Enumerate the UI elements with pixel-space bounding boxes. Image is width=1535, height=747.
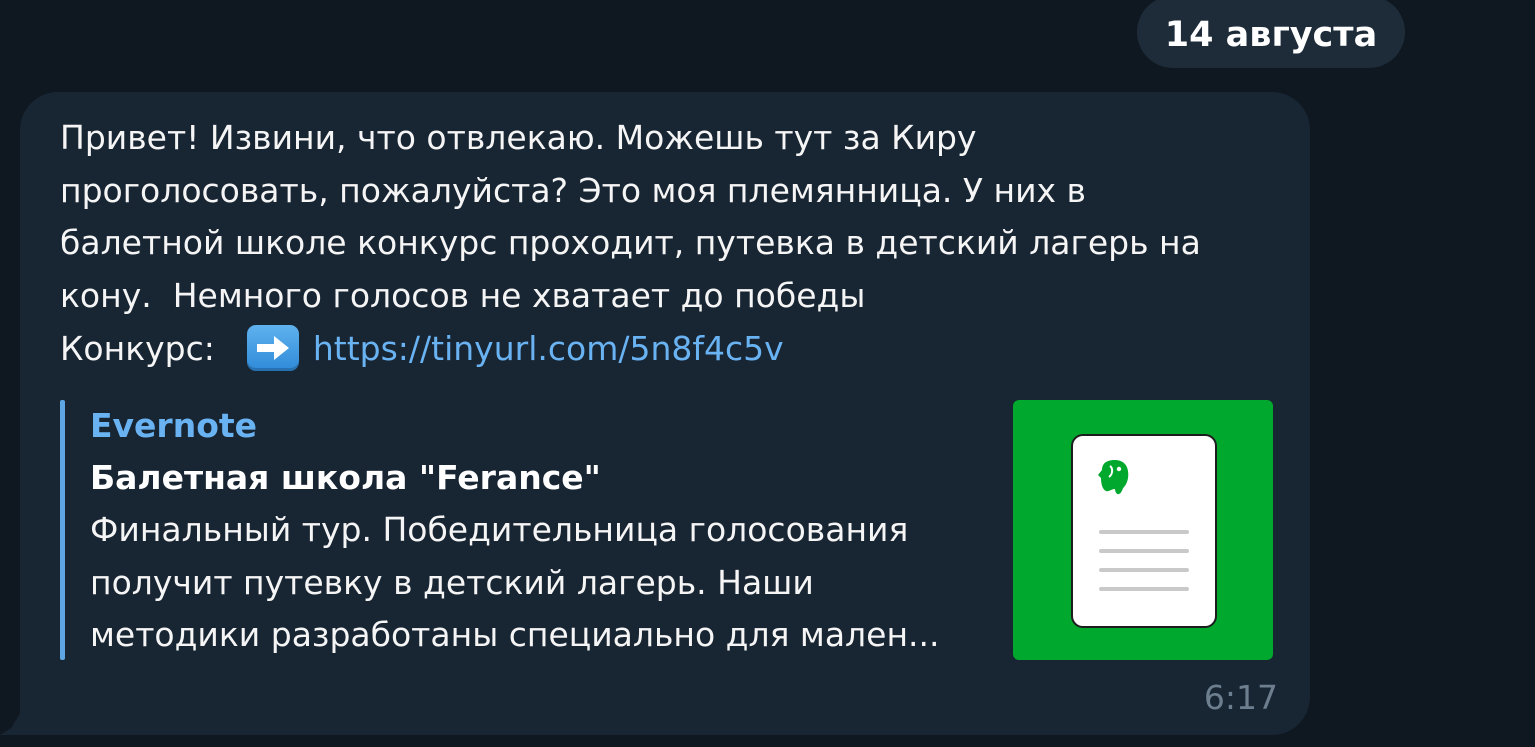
document-line [1099, 549, 1189, 553]
link-preview-description[interactable]: Финальный тур. Победительница голосовани… [90, 504, 1010, 662]
link-preview-accent-bar [60, 400, 65, 660]
document-line [1099, 587, 1189, 591]
document-line [1099, 530, 1189, 534]
link-preview-title[interactable]: Балетная школа "Ferance" [90, 452, 601, 504]
link-preview-thumbnail[interactable] [1013, 400, 1273, 660]
link-line: Конкурс: https://tinyurl.com/5n8f4c5v [60, 322, 784, 374]
message-time: 6:17 [1203, 678, 1278, 717]
date-separator: 14 августа [1137, 0, 1405, 68]
evernote-elephant-icon [1098, 459, 1129, 495]
message-text: Привет! Извини, что отвлекаю. Можешь тут… [60, 118, 1201, 315]
link-preview-site-name[interactable]: Evernote [90, 400, 257, 452]
message-bubble[interactable]: Привет! Извини, что отвлекаю. Можешь тут… [20, 92, 1310, 735]
contest-link[interactable]: https://tinyurl.com/5n8f4c5v [313, 329, 784, 368]
link-label: Конкурс: [60, 328, 215, 368]
document-line [1099, 568, 1189, 572]
chat-area: 14 августа Привет! Извини, что отвлекаю.… [0, 0, 1535, 747]
right-arrow-icon [246, 325, 299, 371]
evernote-document-icon [1071, 434, 1217, 628]
